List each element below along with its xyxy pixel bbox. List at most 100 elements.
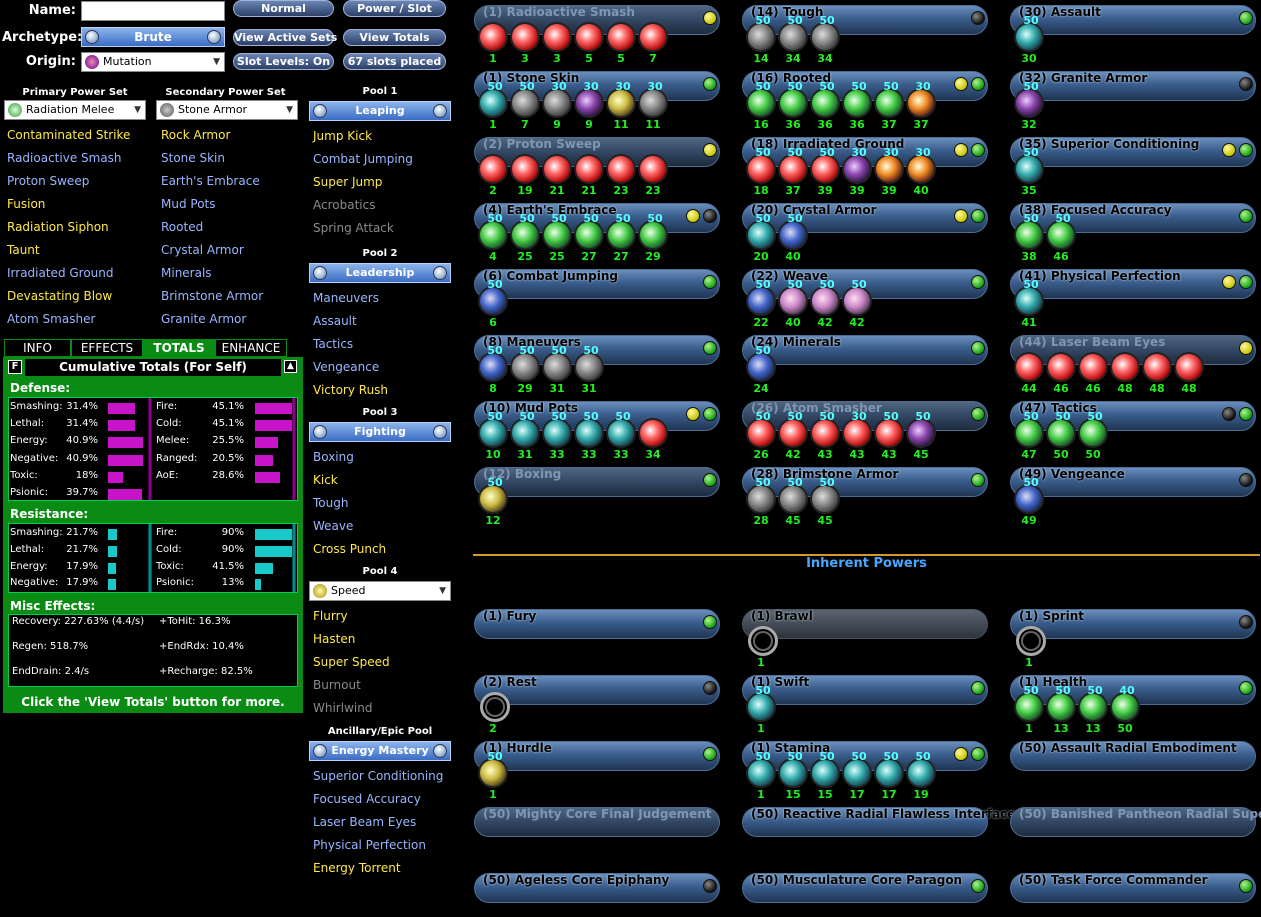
enhancement-slot-icon[interactable]: 50	[478, 80, 508, 118]
tab-info[interactable]: INFO	[4, 339, 71, 357]
origin-select[interactable]: Mutation ▼	[81, 52, 225, 72]
enhancement-slot-icon[interactable]	[1046, 352, 1076, 382]
secondary-power-earth-s-embrace[interactable]: Earth's Embrace	[161, 170, 263, 193]
enhancement-slot-icon[interactable]: 50	[606, 212, 636, 250]
enhancement-slot-icon[interactable]: 50	[746, 410, 776, 448]
secondary-power-rock-armor[interactable]: Rock Armor	[161, 124, 263, 147]
primary-set-select[interactable]: Radiation Melee ▼	[4, 100, 146, 120]
pool-select-energy-mastery[interactable]: Energy Mastery	[309, 741, 451, 761]
enhancement-slot-icon[interactable]: 50	[746, 146, 776, 184]
tab-enhance[interactable]: ENHANCE	[215, 339, 287, 357]
enhancement-slot-icon[interactable]: 50	[746, 750, 776, 788]
enhancement-slot-icon[interactable]: 50	[1014, 14, 1044, 52]
secondary-power-minerals[interactable]: Minerals	[161, 262, 263, 285]
inherent-power-swift[interactable]: (1) Swift	[742, 675, 988, 705]
pool-power-acrobatics[interactable]: Acrobatics	[313, 194, 413, 217]
archetype-select[interactable]: Brute	[81, 27, 225, 47]
enhancement-slot-icon[interactable]: 50	[574, 410, 604, 448]
inherent-power-musculature-core-paragon[interactable]: (50) Musculature Core Paragon	[742, 873, 988, 903]
primary-power-radioactive-smash[interactable]: Radioactive Smash	[7, 147, 130, 170]
pool-power-tactics[interactable]: Tactics	[313, 333, 388, 356]
primary-power-proton-sweep[interactable]: Proton Sweep	[7, 170, 130, 193]
pool-power-spring-attack[interactable]: Spring Attack	[313, 217, 413, 240]
inherent-power-fury[interactable]: (1) Fury	[474, 609, 720, 639]
enhancement-slot-icon[interactable]: 50	[842, 278, 872, 316]
primary-power-devastating-blow[interactable]: Devastating Blow	[7, 285, 130, 308]
enhancement-slot-icon[interactable]	[542, 154, 572, 184]
enhancement-slot-icon[interactable]: 50	[746, 278, 776, 316]
inherent-power-assault-radial-embodiment[interactable]: (50) Assault Radial Embodiment	[1010, 741, 1256, 771]
enhancement-slot-icon[interactable]: 50	[906, 750, 936, 788]
enhancement-slot-icon[interactable]: 50	[510, 212, 540, 250]
build-power-vengeance[interactable]: (49) Vengeance	[1010, 467, 1256, 497]
enhancement-slot-icon[interactable]: 50	[810, 278, 840, 316]
enhancement-slot-icon[interactable]: 50	[1014, 80, 1044, 118]
secondary-power-granite-armor[interactable]: Granite Armor	[161, 308, 263, 331]
enhancement-slot-icon[interactable]	[638, 22, 668, 52]
power-slot-button[interactable]: Power / Slot	[343, 0, 446, 17]
enhancement-slot-icon[interactable]: 50	[510, 410, 540, 448]
enhancement-slot-icon[interactable]: 50	[478, 212, 508, 250]
pool-select-speed[interactable]: Speed ▼	[309, 581, 451, 601]
pool-power-victory-rush[interactable]: Victory Rush	[313, 379, 388, 402]
enhancement-slot-icon[interactable]: 50	[1014, 684, 1044, 722]
enhancement-slot-icon[interactable]	[510, 154, 540, 184]
pool-power-jump-kick[interactable]: Jump Kick	[313, 125, 413, 148]
enhancement-slot-icon[interactable]: 50	[574, 344, 604, 382]
enhancement-slot-icon[interactable]: 30	[542, 80, 572, 118]
primary-power-radiation-siphon[interactable]: Radiation Siphon	[7, 216, 130, 239]
enhancement-slot-icon[interactable]: 50	[478, 750, 508, 788]
pool-select-fighting[interactable]: Fighting	[309, 422, 451, 442]
normal-button[interactable]: Normal	[233, 0, 334, 17]
enhancement-slot-icon[interactable]: 30	[906, 146, 936, 184]
pool-power-vengeance[interactable]: Vengeance	[313, 356, 388, 379]
enhancement-slot-icon[interactable]	[510, 22, 540, 52]
inherent-power-ageless-core-epiphany[interactable]: (50) Ageless Core Epiphany	[474, 873, 720, 903]
enhancement-slot-icon[interactable]: 50	[874, 750, 904, 788]
enhancement-slot-icon[interactable]	[1110, 352, 1140, 382]
enhancement-slot-icon[interactable]: 50	[810, 80, 840, 118]
enhancement-slot-icon[interactable]	[1078, 352, 1108, 382]
enhancement-slot-icon[interactable]: 50	[874, 80, 904, 118]
enhancement-slot-icon[interactable]: 50	[1078, 684, 1108, 722]
enhancement-slot-icon[interactable]: 50	[606, 410, 636, 448]
enhancement-slot-icon[interactable]: 50	[1046, 212, 1076, 250]
secondary-power-stone-skin[interactable]: Stone Skin	[161, 147, 263, 170]
enhancement-slot-icon[interactable]: 50	[778, 410, 808, 448]
build-power-superior-conditioning[interactable]: (35) Superior Conditioning	[1010, 137, 1256, 167]
pool-power-tough[interactable]: Tough	[313, 492, 386, 515]
enhancement-slot-icon[interactable]: 50	[542, 344, 572, 382]
pool-power-flurry[interactable]: Flurry	[313, 605, 390, 628]
enhancement-slot-icon[interactable]: 40	[1110, 684, 1140, 722]
view-totals-button[interactable]: View Totals	[343, 29, 446, 46]
enhancement-slot-icon[interactable]: 30	[606, 80, 636, 118]
build-power-minerals[interactable]: (24) Minerals	[742, 335, 988, 365]
inherent-power-hurdle[interactable]: (1) Hurdle	[474, 741, 720, 771]
enhancement-slot-icon[interactable]: 50	[842, 750, 872, 788]
enhancement-slot-icon[interactable]: 30	[874, 146, 904, 184]
pool-power-cross-punch[interactable]: Cross Punch	[313, 538, 386, 561]
enhancement-slot-icon[interactable]	[606, 22, 636, 52]
enhancement-slot-icon[interactable]	[606, 154, 636, 184]
enhancement-slot-icon[interactable]	[478, 154, 508, 184]
pool-power-assault[interactable]: Assault	[313, 310, 388, 333]
pool-power-energy-torrent[interactable]: Energy Torrent	[313, 857, 443, 880]
pool-power-focused-accuracy[interactable]: Focused Accuracy	[313, 788, 443, 811]
enhancement-slot-icon[interactable]	[542, 22, 572, 52]
enhancement-slot-icon[interactable]: 50	[478, 476, 508, 514]
enhancement-slot-icon[interactable]: 50	[810, 750, 840, 788]
enhancement-slot-icon[interactable]: 50	[1014, 410, 1044, 448]
build-power-combat-jumping[interactable]: (6) Combat Jumping	[474, 269, 720, 299]
enhancement-slot-icon[interactable]: 50	[778, 476, 808, 514]
enhancement-slot-icon[interactable]: 50	[778, 750, 808, 788]
enhancement-slot-icon[interactable]: 50	[810, 146, 840, 184]
enhancement-slot-icon[interactable]: 50	[778, 80, 808, 118]
enhancement-slot-icon[interactable]: 50	[1014, 278, 1044, 316]
enhancement-slot-icon[interactable]: 50	[842, 80, 872, 118]
pool-power-weave[interactable]: Weave	[313, 515, 386, 538]
build-power-boxing[interactable]: (12) Boxing	[474, 467, 720, 497]
inherent-power-reactive-radial-flawless-interface[interactable]: (50) Reactive Radial Flawless Interface	[742, 807, 1015, 837]
pool-power-hasten[interactable]: Hasten	[313, 628, 390, 651]
build-power-physical-perfection[interactable]: (41) Physical Perfection	[1010, 269, 1256, 299]
pool-power-burnout[interactable]: Burnout	[313, 674, 390, 697]
